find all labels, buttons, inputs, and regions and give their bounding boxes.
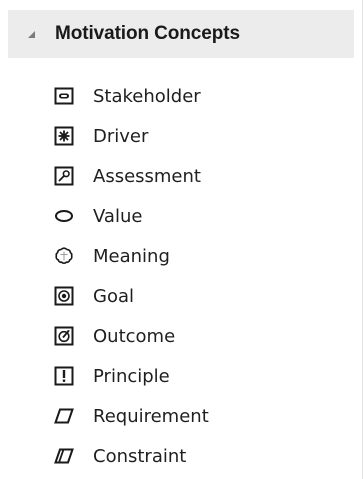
toolbox-panel: Motivation Concepts Stakeholder Driver A…: [0, 0, 363, 479]
toolbox-item-label: Outcome: [93, 325, 176, 347]
toolbox-item-label: Constraint: [93, 445, 187, 467]
toolbox-item-value[interactable]: Value: [0, 196, 363, 236]
goal-icon: [53, 285, 75, 307]
meaning-icon: [53, 245, 75, 267]
expand-caret-icon[interactable]: [28, 30, 35, 38]
group-header-motivation-concepts[interactable]: Motivation Concepts: [8, 10, 354, 58]
toolbox-item-assessment[interactable]: Assessment: [0, 156, 363, 196]
toolbox-item-label: Principle: [93, 365, 170, 387]
toolbox-item-principle[interactable]: Principle: [0, 356, 363, 396]
toolbox-item-outcome[interactable]: Outcome: [0, 316, 363, 356]
constraint-icon: [53, 445, 75, 467]
stakeholder-icon: [53, 85, 75, 107]
toolbox-item-requirement[interactable]: Requirement: [0, 396, 363, 436]
toolbox-item-label: Driver: [93, 125, 149, 147]
value-icon: [53, 205, 75, 227]
toolbox-item-label: Meaning: [93, 245, 170, 267]
assessment-icon: [53, 165, 75, 187]
toolbox-item-label: Assessment: [93, 165, 201, 187]
toolbox-item-goal[interactable]: Goal: [0, 276, 363, 316]
driver-icon: [53, 125, 75, 147]
toolbox-item-meaning[interactable]: Meaning: [0, 236, 363, 276]
toolbox-item-label: Stakeholder: [93, 85, 201, 107]
motivation-concepts-list: Stakeholder Driver Assessment Value Mean…: [0, 76, 363, 476]
toolbox-item-stakeholder[interactable]: Stakeholder: [0, 76, 363, 116]
toolbox-item-label: Goal: [93, 285, 134, 307]
outcome-icon: [53, 325, 75, 347]
toolbox-item-constraint[interactable]: Constraint: [0, 436, 363, 476]
toolbox-item-label: Requirement: [93, 405, 209, 427]
toolbox-item-label: Value: [93, 205, 143, 227]
toolbox-item-driver[interactable]: Driver: [0, 116, 363, 156]
group-title: Motivation Concepts: [55, 23, 240, 44]
principle-icon: [53, 365, 75, 387]
requirement-icon: [53, 405, 75, 427]
